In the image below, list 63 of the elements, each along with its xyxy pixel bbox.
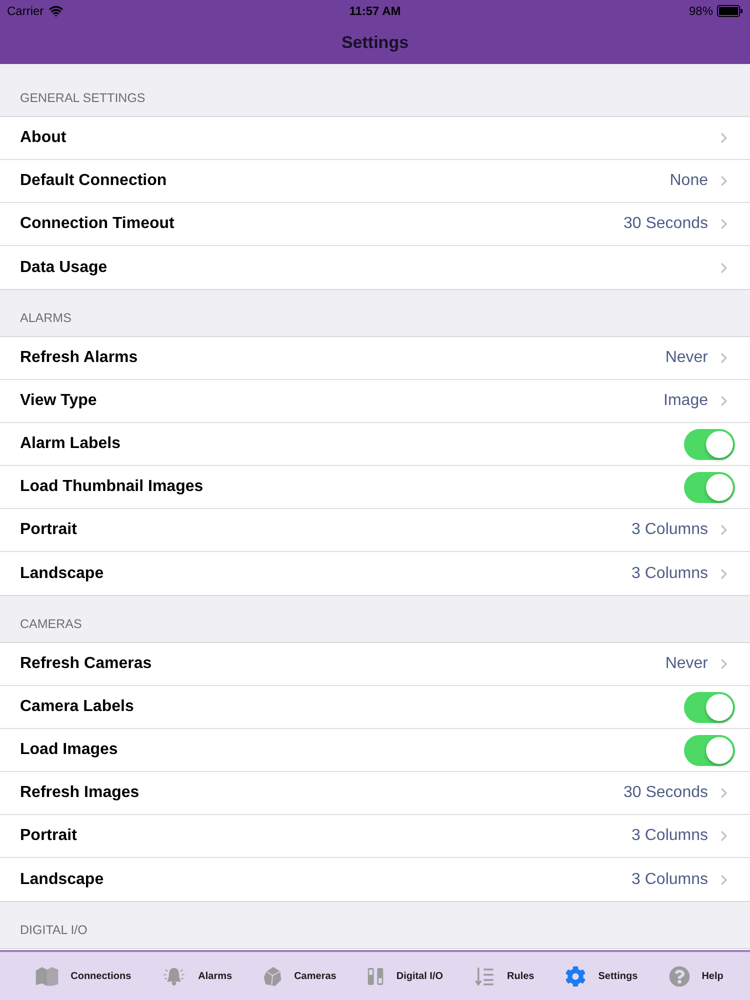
row-label: Load Thumbnail Images	[20, 477, 204, 497]
settings-row[interactable]: Load Thumbnail Images	[0, 466, 750, 509]
tab-button[interactable]: Help	[702, 968, 724, 984]
settings-row[interactable]: View Type Image	[0, 380, 750, 423]
row-label: Portrait	[20, 826, 78, 846]
row-label: Camera Labels	[20, 697, 135, 717]
tab-button[interactable]: Digital I/O	[396, 968, 444, 984]
settings-row[interactable]: Default Connection None	[0, 160, 750, 203]
settings-row[interactable]: Landscape 3 Columns	[0, 552, 750, 595]
settings-row[interactable]: Refresh Alarms Never	[0, 337, 750, 380]
row-label: Data Usage	[20, 258, 108, 278]
settings-row[interactable]: Alarm Labels	[0, 423, 750, 466]
tab-button[interactable]: Settings	[598, 968, 638, 984]
row-label: Connection Timeout	[20, 214, 176, 234]
settings-row[interactable]: Connection Timeout 30 Seconds	[0, 203, 750, 246]
toggle-switch[interactable]	[684, 428, 735, 460]
settings-row[interactable]: Portrait 3 Columns	[0, 815, 750, 858]
settings-row[interactable]: Data Usage	[0, 246, 750, 289]
section-header: DIGITAL I/O	[20, 922, 88, 940]
row-value: 3 Columns	[632, 564, 708, 584]
row-value: Never	[665, 654, 708, 674]
row-value: None	[670, 171, 708, 191]
row-value: 30 Seconds	[623, 783, 708, 803]
settings-row[interactable]: Camera Labels	[0, 686, 750, 729]
row-value: 3 Columns	[632, 870, 708, 890]
row-value: 3 Columns	[632, 520, 708, 540]
row-value: Image	[664, 391, 708, 411]
section-header: GENERAL SETTINGS	[20, 90, 146, 108]
toggle-switch[interactable]	[684, 734, 735, 766]
row-label: Alarm Labels	[20, 434, 122, 454]
row-label: About	[20, 128, 68, 148]
settings-row[interactable]: Portrait 3 Columns	[0, 509, 750, 552]
row-label: Default Connection	[20, 171, 168, 191]
row-label: Refresh Images	[20, 783, 140, 803]
row-value: Never	[665, 348, 708, 368]
settings-row[interactable]: Refresh Cameras Never	[0, 643, 750, 686]
row-label: Refresh Alarms	[20, 348, 139, 368]
row-label: View Type	[20, 391, 98, 411]
settings-row[interactable]: About	[0, 117, 750, 160]
row-value: 3 Columns	[632, 826, 708, 846]
settings-row[interactable]: Refresh Images 30 Seconds	[0, 772, 750, 815]
status-time: 11:57 AM	[349, 3, 401, 20]
wifi-icon	[48, 4, 63, 18]
row-label: Portrait	[20, 520, 78, 540]
row-label: Landscape	[20, 870, 105, 890]
tab-button[interactable]: Rules	[507, 968, 534, 984]
carrier-text: Carrier	[7, 3, 44, 20]
section-header: ALARMS	[20, 310, 72, 328]
row-value: 30 Seconds	[623, 214, 708, 234]
row-label: Load Images	[20, 740, 119, 760]
section-header: CAMERAS	[20, 616, 82, 634]
settings-row[interactable]: Load Images	[0, 729, 750, 772]
row-label: Refresh Cameras	[20, 654, 153, 674]
tab-button[interactable]: Connections	[70, 968, 132, 984]
toggle-switch[interactable]	[684, 472, 735, 502]
tab-button[interactable]: Cameras	[294, 968, 336, 984]
battery-percent: 98%	[688, 3, 713, 20]
row-label: Landscape	[20, 564, 105, 584]
tab-button[interactable]: Alarms	[198, 968, 232, 984]
battery-icon	[717, 5, 743, 17]
page-title: Settings	[341, 32, 409, 54]
toggle-switch[interactable]	[684, 692, 735, 722]
settings-row[interactable]: Landscape 3 Columns	[0, 858, 750, 901]
